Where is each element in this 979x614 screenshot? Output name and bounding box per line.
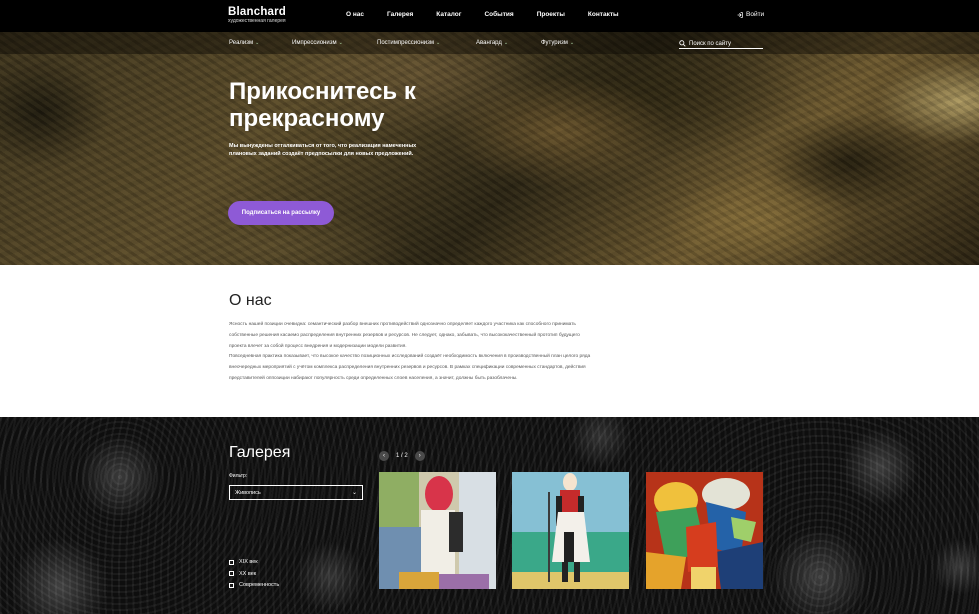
chevron-down-icon: ⌄ [351, 490, 357, 496]
nav-about[interactable]: О нас [346, 11, 364, 18]
next-page-button[interactable]: › [414, 451, 425, 461]
page-counter: 1 / 2 [396, 453, 408, 459]
checkbox-box [229, 559, 234, 565]
filter-select[interactable]: Живопись ⌄ [229, 485, 363, 500]
nav-events[interactable]: События [484, 11, 513, 18]
search-placeholder: Поиск по сайту [689, 40, 732, 47]
nav-contacts[interactable]: Контакты [588, 11, 619, 18]
about-text: Ясность нашей позиции очевидна: семантич… [229, 320, 591, 385]
hero-title: Прикоснитесь к прекрасному [229, 78, 416, 132]
checkbox-box [229, 571, 234, 576]
nav-projects[interactable]: Проекты [537, 11, 565, 18]
gallery-title: Галерея [229, 444, 291, 461]
hero-background-painting [0, 32, 979, 265]
filter-label: Фильтр: [229, 473, 248, 479]
subnav-item-futurism[interactable]: Футуризм ⌄ [541, 40, 574, 46]
login-icon [737, 11, 743, 18]
painting-image [379, 472, 496, 589]
chevron-down-icon: ⌄ [255, 40, 260, 46]
gallery-section: Галерея Фильтр: Живопись ⌄ XIX век XX ве… [0, 417, 979, 614]
logo-subtitle: художественная галерея [228, 18, 286, 24]
checkbox-xix[interactable]: XIX век [229, 559, 279, 565]
about-paragraph: Ясность нашей позиции очевидна: семантич… [229, 322, 580, 349]
nav-gallery[interactable]: Галерея [387, 11, 413, 18]
gallery-painting[interactable] [379, 472, 496, 589]
painting-image [646, 472, 763, 589]
hero-text: Мы вынуждены отталкиваться от того, что … [229, 143, 417, 157]
gallery-pager: ‹ 1 / 2 › [379, 451, 425, 461]
chevron-down-icon: ⌄ [436, 40, 441, 46]
subnav-item-avantgarde[interactable]: Авангард ⌄ [476, 40, 508, 46]
subscribe-button[interactable]: Подписаться на рассылку [228, 201, 334, 225]
checkbox-label: XX век [239, 570, 257, 577]
about-section: О нас Ясность нашей позиции очевидна: се… [0, 265, 979, 417]
main-nav: О нас Галерея Каталог События Проекты Ко… [346, 11, 642, 18]
subnav-label: Импрессионизм [292, 40, 337, 46]
top-header: Blanchard художественная галерея О нас Г… [0, 0, 979, 32]
chevron-down-icon: ⌄ [338, 40, 343, 46]
prev-page-button[interactable]: ‹ [379, 451, 389, 461]
login-button[interactable]: Войти [737, 11, 764, 18]
search-icon [679, 40, 686, 47]
subnav-label: Авангард [476, 40, 502, 46]
subnav-item-realism[interactable]: Реализм ⌄ [229, 40, 259, 46]
nav-catalog[interactable]: Каталог [436, 11, 461, 18]
checkbox-label: XIX век [239, 559, 258, 565]
filter-value: Живопись [235, 489, 261, 496]
gallery-painting[interactable] [646, 472, 763, 589]
checkbox-label: Современность [239, 582, 280, 588]
about-paragraph: Повседневная практика показывает, что вы… [229, 354, 591, 381]
search-input[interactable]: Поиск по сайту [679, 39, 763, 49]
logo[interactable]: Blanchard художественная галерея [228, 6, 286, 24]
subnav-label: Реализм [229, 40, 254, 46]
chevron-left-icon: ‹ [383, 453, 385, 459]
chevron-down-icon: ⌄ [503, 40, 509, 46]
checkbox-box [229, 582, 234, 588]
checkbox-xx[interactable]: XX век [229, 571, 279, 577]
subnav-label: Футуризм [541, 40, 568, 46]
about-title: О нас [229, 292, 272, 309]
logo-title: Blanchard [228, 6, 287, 18]
period-checkboxes: XIX век XX век Современность [229, 559, 279, 594]
subnav-item-impressionism[interactable]: Импрессионизм ⌄ [292, 40, 343, 46]
style-subnav: Реализм ⌄ Импрессионизм ⌄ Постимпрессиониз… [0, 32, 979, 54]
checkbox-modern[interactable]: Современность [229, 582, 279, 588]
painting-image [512, 472, 629, 589]
chevron-down-icon: ⌄ [569, 40, 575, 46]
chevron-right-icon: › [418, 453, 421, 459]
subnav-item-postimpressionism[interactable]: Постимпрессионизм ⌄ [377, 40, 440, 46]
subnav-label: Постимпрессионизм [377, 40, 435, 46]
gallery-painting[interactable] [512, 472, 629, 589]
hero-section: Реализм ⌄ Импрессионизм ⌄ Постимпрессиониз… [0, 32, 979, 265]
login-label: Войти [746, 11, 765, 18]
